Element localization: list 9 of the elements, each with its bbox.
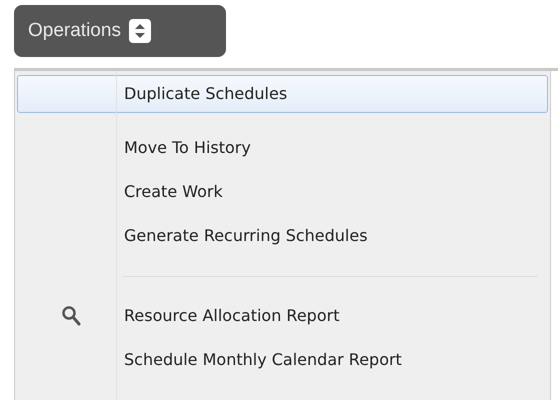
up-down-icon	[128, 19, 151, 43]
menu-item[interactable]: Resource Allocation Report	[17, 294, 548, 338]
menu-item[interactable]: Create Work	[17, 170, 548, 214]
menu-item[interactable]: Generate Recurring Schedules	[17, 214, 548, 258]
search-icon	[61, 305, 81, 327]
menu-item[interactable]: Duplicate Schedules	[17, 75, 548, 113]
menu-item[interactable]: Schedule Monthly Calendar Report	[17, 338, 548, 382]
operations-dropdown-button[interactable]: Operations	[14, 5, 226, 57]
menu-item[interactable]: Move To History	[17, 126, 548, 170]
